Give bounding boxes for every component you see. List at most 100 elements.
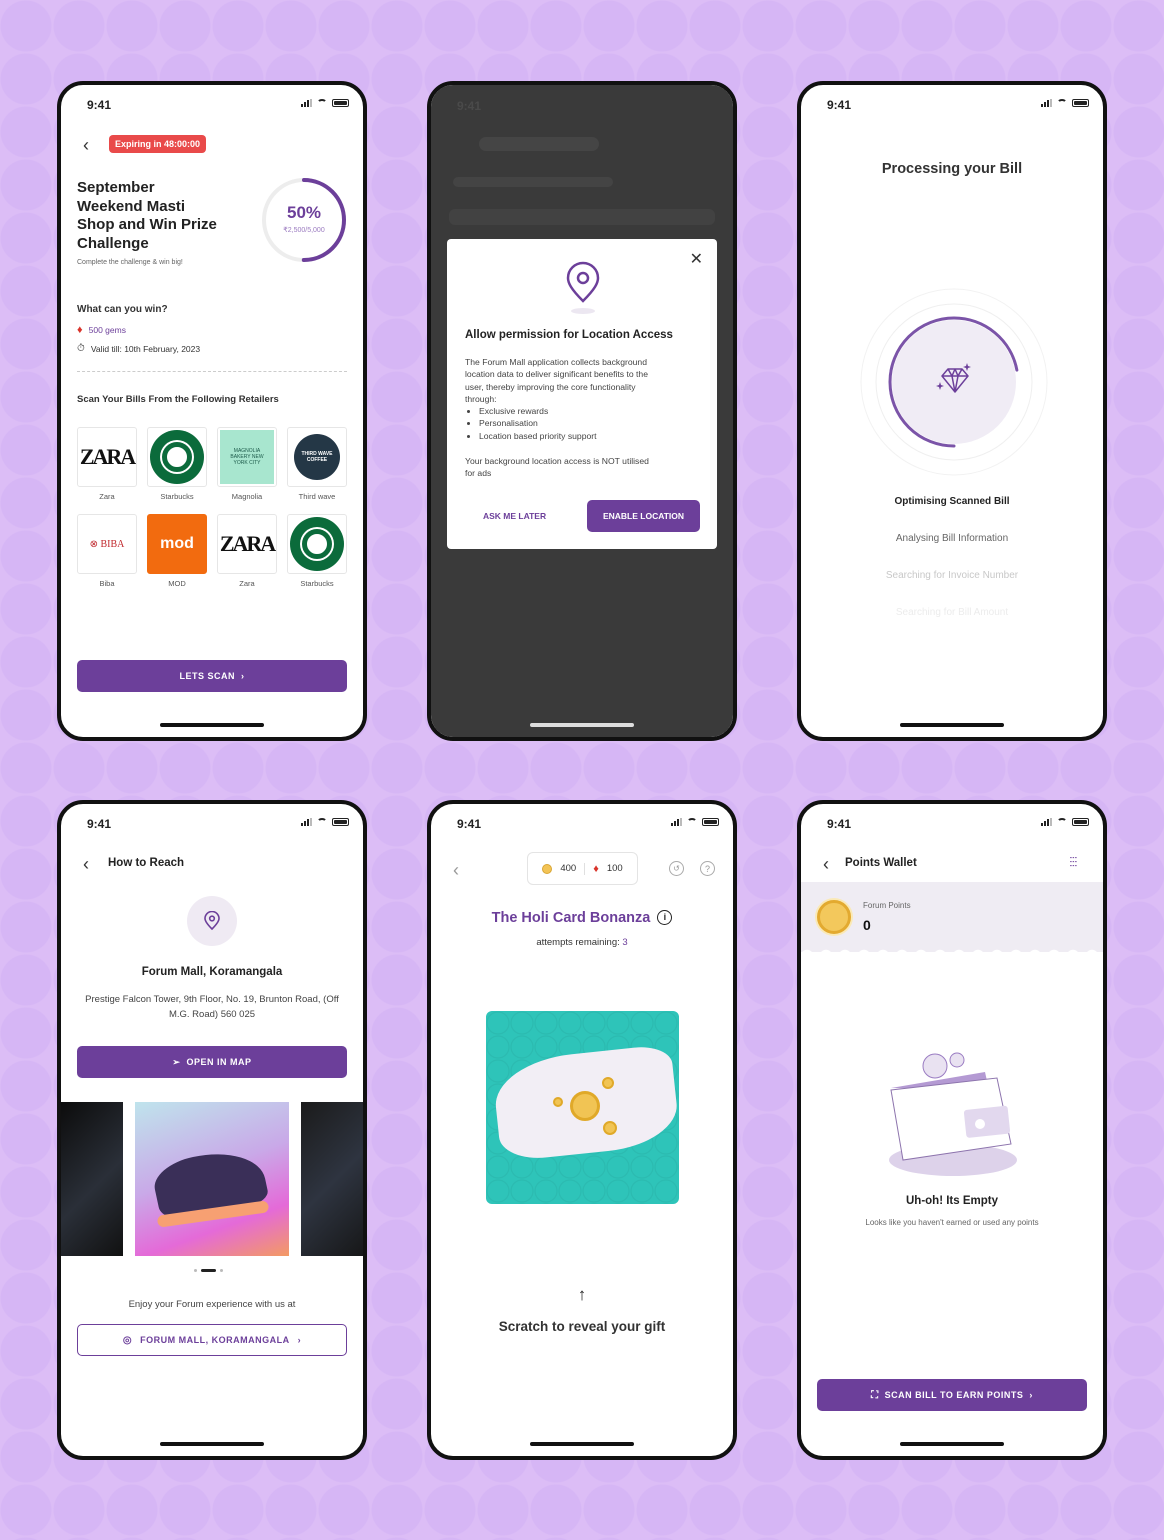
retailer-biba[interactable]: ⊗ BIBA Biba [77, 514, 137, 588]
home-indicator [160, 1442, 264, 1446]
coin-icon [570, 1091, 600, 1121]
divider [77, 371, 347, 372]
help-icon[interactable]: ? [700, 861, 715, 876]
arrow-up-icon: ↑ [577, 1285, 587, 1304]
retailer-magnolia[interactable]: MAGNOLIA BAKERY NEW YORK CITY Magnolia [217, 427, 277, 501]
phone-location-permission: 9:41 ✕ Allow permission for Location Acc… [427, 81, 737, 741]
dialog-body: The Forum Mall application collects back… [465, 357, 648, 404]
history-icon[interactable]: ↺ [669, 861, 684, 876]
open-in-map-button[interactable]: ➢ OPEN IN MAP [77, 1046, 347, 1078]
mod-logo: mod [160, 535, 194, 552]
signal-icon [1041, 99, 1052, 107]
dialog-title: Allow permission for Location Access [465, 329, 673, 341]
back-chevron-icon[interactable]: ‹ [453, 861, 459, 879]
blurred-content [479, 137, 599, 151]
carousel-image-watch[interactable] [61, 1102, 123, 1256]
challenge-title: September Weekend Masti Shop and Win Pri… [77, 179, 217, 253]
status-time: 9:41 [457, 99, 482, 113]
scratch-card[interactable] [486, 1011, 679, 1204]
dot-active[interactable] [201, 1269, 216, 1272]
lets-scan-button[interactable]: LETS SCAN › [77, 660, 347, 692]
retailer-third-wave[interactable]: THIRD WAVE COFFEE Third wave [287, 427, 347, 501]
benefit-item: Exclusive rewards [479, 405, 597, 417]
back-chevron-icon[interactable]: ‹ [83, 855, 89, 873]
coin-icon [817, 900, 851, 934]
step-amount: Searching for Bill Amount [895, 607, 1009, 618]
challenge-subtitle: Complete the challenge & win big! [77, 259, 183, 266]
carousel-image-sneakers[interactable] [135, 1102, 289, 1256]
empty-wallet-illustration [889, 1052, 1017, 1176]
retailers-heading: Scan Your Bills From the Following Retai… [77, 394, 279, 405]
retailer-label: Zara [99, 492, 115, 501]
benefit-item: Location based priority support [479, 430, 597, 442]
starbucks-logo [290, 517, 344, 571]
dot[interactable] [220, 1269, 223, 1272]
points-value: 0 [863, 917, 871, 933]
third-wave-logo: THIRD WAVE COFFEE [294, 434, 340, 480]
status-time: 9:41 [87, 98, 112, 112]
location-pin-icon [204, 911, 220, 931]
retailer-label: MOD [168, 579, 186, 588]
retailer-starbucks-2[interactable]: Starbucks [287, 514, 347, 588]
wifi-icon [1057, 99, 1067, 107]
info-icon[interactable]: i [657, 910, 673, 925]
battery-icon [1072, 99, 1089, 107]
retailer-starbucks[interactable]: Starbucks [147, 427, 207, 501]
retailer-label: Third wave [298, 492, 336, 501]
wifi-icon [317, 99, 327, 107]
divider [584, 862, 586, 875]
back-chevron-icon[interactable]: ‹ [83, 136, 89, 154]
status-time: 9:41 [87, 817, 112, 831]
retailer-label: Magnolia [231, 492, 263, 501]
battery-icon [1072, 818, 1089, 826]
button-label: OPEN IN MAP [186, 1057, 252, 1067]
location-icon-circle [187, 896, 237, 946]
battery-icon [702, 818, 719, 826]
home-indicator [530, 1442, 634, 1446]
status-bar: 9:41 [431, 816, 733, 832]
filter-sliders-icon[interactable]: ⫶⫶⫶ [1069, 854, 1077, 871]
retailer-label: Starbucks [300, 579, 334, 588]
close-icon[interactable]: ✕ [690, 249, 703, 269]
dot[interactable] [194, 1269, 197, 1272]
phone-processing-bill: 9:41 Processing your Bill Optimising Sca… [797, 81, 1107, 741]
biba-logo: ⊗ BIBA [89, 538, 125, 550]
enable-location-button[interactable]: ENABLE LOCATION [587, 500, 700, 532]
forum-mall-link-button[interactable]: ◎ FORUM MALL, KORAMANGALA › [77, 1324, 347, 1356]
retailer-label: Biba [99, 579, 115, 588]
location-pin-icon [566, 261, 600, 314]
points-label: Forum Points [863, 901, 911, 910]
home-indicator [900, 1442, 1004, 1446]
ask-me-later-button[interactable]: ASK ME LATER [483, 511, 546, 521]
progress-percent: 50% [286, 203, 322, 222]
mall-name: Forum Mall, Koramangala [141, 966, 283, 978]
back-chevron-icon[interactable]: ‹ [823, 855, 829, 873]
coin-icon [603, 1121, 617, 1135]
zara-logo: ZARA [219, 531, 276, 556]
title-line: Challenge [77, 234, 149, 252]
carousel-image-jacket[interactable] [301, 1102, 363, 1256]
points-card: Forum Points 0 [801, 882, 1103, 952]
enjoy-text: Enjoy your Forum experience with us at [128, 1299, 296, 1310]
zara-logo: ZARA [79, 444, 136, 469]
signal-icon [301, 99, 312, 107]
mall-address: Prestige Falcon Tower, 9th Floor, No. 19… [85, 994, 339, 1020]
signal-icon [671, 818, 682, 826]
retailer-zara[interactable]: ZARA Zara [77, 427, 137, 501]
scratch-hint: Scratch to reveal your gift [498, 1319, 666, 1334]
location-permission-dialog: ✕ Allow permission for Location Access T… [447, 239, 717, 549]
retailer-mod[interactable]: mod MOD [147, 514, 207, 588]
scan-bill-button[interactable]: ⛶ SCAN BILL TO EARN POINTS › [817, 1379, 1087, 1411]
title-line: Shop and Win Prize [77, 216, 217, 233]
retailer-zara-2[interactable]: ZARA Zara [217, 514, 277, 588]
status-time: 9:41 [827, 98, 852, 112]
button-label: LETS SCAN [179, 671, 235, 681]
processing-title: Processing your Bill [881, 161, 1023, 177]
location-pin-icon: ◎ [122, 1334, 133, 1346]
chevron-right-icon: › [1029, 1390, 1033, 1400]
benefits-list: Exclusive rewards Personalisation Locati… [479, 405, 597, 442]
prize-text: 500 gems [88, 325, 126, 335]
status-bar: 9:41 [61, 97, 363, 113]
gem-icon: ♦ [77, 324, 83, 336]
wifi-icon [317, 818, 327, 826]
